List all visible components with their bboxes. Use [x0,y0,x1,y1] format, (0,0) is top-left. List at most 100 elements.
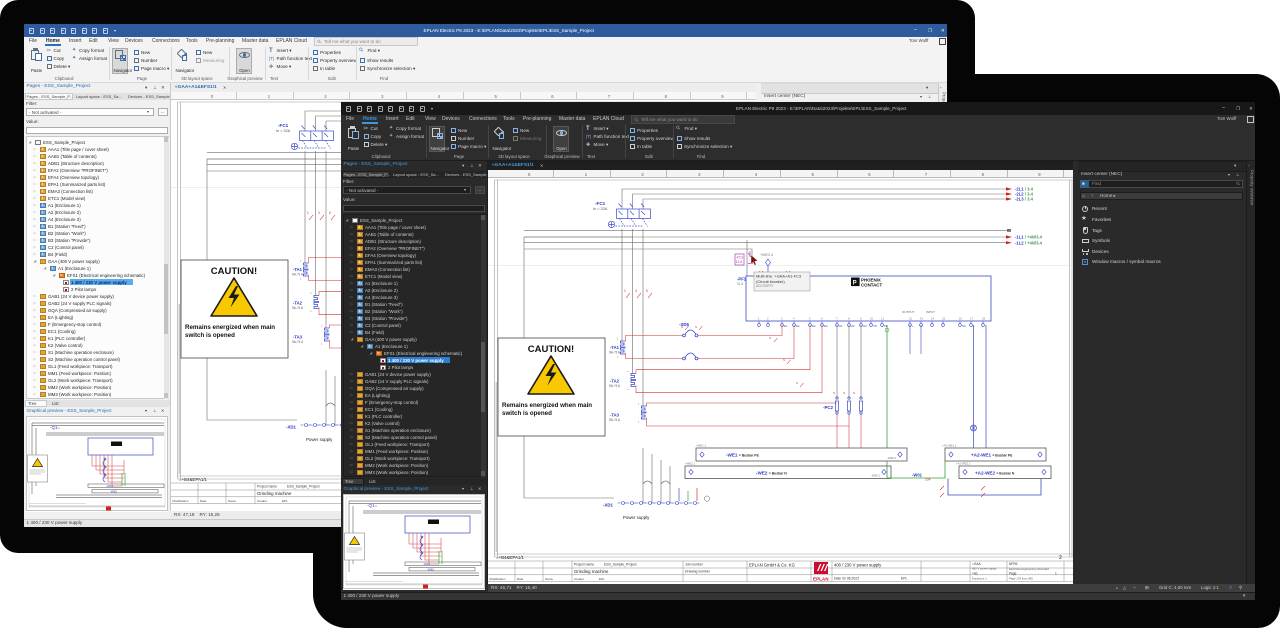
svg-text:Page: Page [1009,571,1017,575]
svg-text:-TA2: -TA2 [293,301,303,306]
svg-text:13: 13 [920,317,924,321]
svg-text:14: 14 [931,317,935,321]
svg-text:+A2-WE2.1: +A2-WE2.1 [956,462,971,466]
svg-text:EPL: EPL [901,577,908,581]
svg-text:S: S [853,391,855,395]
svg-text:CONTACT: CONTACT [861,282,882,287]
svg-text:10: 10 [870,317,874,321]
svg-text:3: 3 [635,289,637,293]
svg-text:ESS_Sample_Project: ESS_Sample_Project [287,485,320,489]
svg-text:S: S [769,336,771,340]
svg-text:Power supply: Power supply [306,437,333,442]
svg-text:Grinding machine: Grinding machine [574,569,609,574]
svg-text:Date 02.06.2022: Date 02.06.2022 [834,577,859,581]
svg-text:switch is opened: switch is opened [185,332,235,339]
svg-text:-FC1: -FC1 [278,123,289,128]
svg-text:400 V power supply: 400 V power supply [972,567,997,571]
svg-text:15: 15 [942,317,946,321]
svg-text:EPLAN: EPLAN [813,576,829,581]
svg-text:3: 3 [318,211,320,215]
svg-text:+A2-WE1.1: +A2-WE1.1 [942,444,957,448]
svg-text:-Q1=: -Q1= [367,503,378,508]
svg-text:-TA3: -TA3 [293,335,303,340]
svg-text:S: S [783,358,785,362]
svg-text:Page 178 from 365: Page 178 from 365 [1009,577,1033,581]
svg-text:CAUTION!: CAUTION! [211,266,257,277]
svg-text:In = 32A: In = 32A [593,207,608,211]
svg-text:Creator: Creator [574,577,584,581]
svg-text:H3: H3 [863,324,867,328]
svg-text:VN: VN [873,324,877,328]
svg-text:ESS_Sample_Project: ESS_Sample_Project [604,563,637,567]
svg-text:-TA3: -TA3 [610,413,620,418]
svg-text:switch is opened: switch is opened [502,410,552,417]
svg-text:+WE1.1: +WE1.1 [696,444,706,448]
svg-text:Enclosure 1: Enclosure 1 [972,577,987,581]
svg-text:Job number: Job number [685,563,704,567]
svg-text:+WE3.4: +WE3.4 [760,253,773,257]
svg-text:1: 1 [624,289,626,293]
svg-text:5: 5 [646,289,648,293]
svg-text:+A2-WE2 = Busbar N: +A2-WE2 = Busbar N [975,470,1015,475]
svg-text:-Q1=: -Q1= [50,425,61,430]
svg-text:Modification: Modification [173,499,189,503]
svg-text:Project name: Project name [257,485,277,489]
svg-text:NC: NC [962,324,966,328]
svg-text:EPL: EPL [599,577,605,581]
svg-text:18: 18 [982,317,986,321]
svg-text:-TA2: -TA2 [610,379,620,384]
svg-text:11: 11 [881,317,884,321]
svg-text:Remains energized when main: Remains energized when main [502,402,592,409]
svg-text:16: 16 [959,317,963,321]
svg-text:13 A: 13 A [736,260,744,264]
svg-text:S: S [695,325,697,329]
svg-text:Modification: Modification [490,577,506,581]
svg-text:9A / 5 A: 9A / 5 A [609,418,621,422]
svg-text:Date: Date [517,577,524,581]
svg-text:INPUT: INPUT [926,310,935,314]
svg-text:-TA1: -TA1 [610,345,620,350]
svg-text:2: 2 [1059,555,1062,561]
svg-text:E3: E3 [812,324,816,328]
svg-text:1: 1 [1055,571,1057,575]
svg-text:Remains energized when main: Remains energized when main [185,324,275,331]
svg-text:P: P [853,280,857,286]
svg-text:-XD5: -XD5 [679,322,690,327]
svg-text:ADCSDPRT: ADCSDPRT [756,284,774,288]
svg-text:E2: E2 [796,324,800,328]
svg-text:-FC1: -FC1 [595,201,606,206]
svg-text:S: S [796,381,798,385]
svg-text:-W01: -W01 [912,472,923,477]
svg-text:Multi-line: +GAA+A1-FC3: Multi-line: +GAA+A1-FC3 [756,274,802,279]
svg-text:20A: 20A [925,478,932,482]
svg-text:400 / 230 V power supply: 400 / 230 V power supply [834,563,882,568]
svg-text:+A1: +A1 [972,571,978,575]
svg-text:OUTPUT: OUTPUT [902,310,915,314]
svg-text:-WE1: -WE1 [423,562,430,566]
svg-text:12: 12 [909,317,913,321]
svg-text:Name: Name [228,499,236,503]
svg-text:Date: Date [200,499,207,503]
svg-text:=+B4&EPA1/1: =+B4&EPA1/1 [496,555,525,560]
svg-text:EPLAN GmbH & Co. KG: EPLAN GmbH & Co. KG [749,562,795,567]
svg-text:9A / 5 A: 9A / 5 A [609,384,621,388]
svg-text:1: 1 [307,211,309,215]
svg-text:17: 17 [970,317,974,321]
svg-text:Electrical engineering schemat: Electrical engineering schematic [1009,567,1050,571]
svg-text:-PC2: -PC2 [823,405,834,410]
svg-text:Grinding machine: Grinding machine [257,491,292,496]
svg-text:-XD1: -XD1 [603,502,614,507]
svg-text:9A / 5 A: 9A / 5 A [292,340,304,344]
svg-text:EPL: EPL [282,499,288,503]
svg-text:5: 5 [329,211,331,215]
svg-text:+A2-WE1 = Busbar PE: +A2-WE1 = Busbar PE [971,453,1013,458]
svg-text:In = 32A: In = 32A [276,129,291,133]
svg-text:-: - [923,324,924,328]
svg-text:-2L3 / 3.4: -2L3 / 3.4 [1015,197,1034,202]
svg-text:9A / 5 A: 9A / 5 A [292,306,304,310]
svg-text:E0: E0 [824,324,828,328]
svg-text:-WE6.2: -WE6.2 [871,474,881,478]
svg-text:CAUTION!: CAUTION! [528,344,574,355]
svg-text:-1L2 / +4N/3.4: -1L2 / +4N/3.4 [1015,240,1043,245]
svg-text:Creator: Creator [257,499,267,503]
